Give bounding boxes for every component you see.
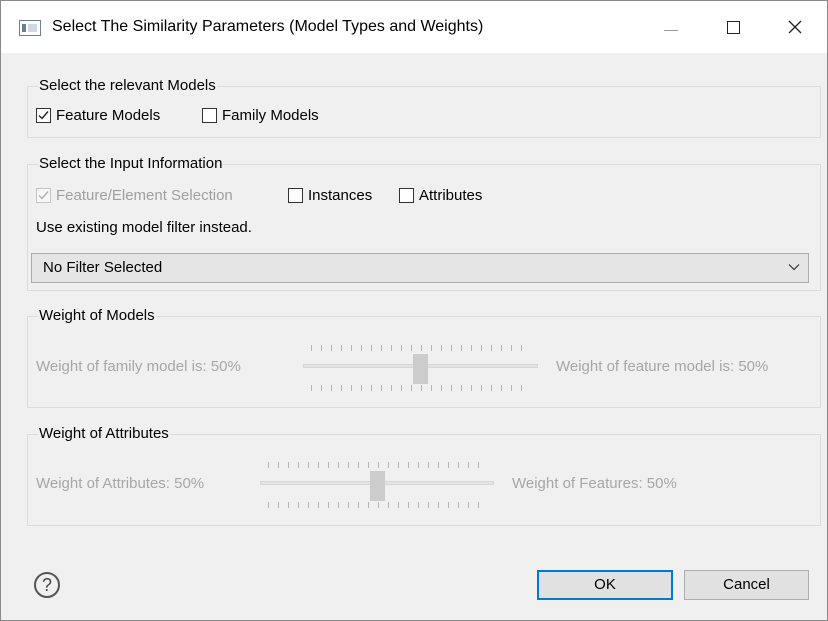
feature-model-weight-label: Weight of feature model is: 50% [556, 358, 769, 375]
weight-models-group-title: Weight of Models [38, 307, 156, 324]
maximize-icon [727, 21, 740, 34]
attributes-weight-slider [260, 457, 494, 517]
models-group-title: Select the relevant Models [38, 77, 217, 94]
slider-ticks-top [268, 462, 486, 468]
input-group-title: Select the Input Information [38, 155, 224, 172]
feature-element-selection-checkbox: Feature/Element Selection [36, 187, 233, 204]
cancel-button[interactable]: Cancel [684, 570, 809, 600]
dialog-window: Select The Similarity Parameters (Model … [0, 0, 828, 621]
checkbox-box[interactable] [288, 188, 303, 203]
minimize-icon [664, 30, 678, 31]
checkmark-icon [38, 111, 49, 120]
checkbox-box[interactable] [36, 108, 51, 123]
checkmark-icon [38, 191, 49, 200]
checkbox-box[interactable] [202, 108, 217, 123]
model-filter-value: No Filter Selected [43, 259, 163, 276]
features-weight-label: Weight of Features: 50% [512, 475, 677, 492]
window-title: Select The Similarity Parameters (Model … [52, 18, 484, 35]
slider-thumb [370, 471, 385, 501]
slider-thumb [413, 354, 428, 384]
feature-element-selection-label: Feature/Element Selection [56, 187, 233, 204]
chevron-down-icon [788, 264, 800, 271]
ok-button[interactable]: OK [537, 570, 673, 600]
models-weight-slider [303, 340, 538, 400]
checkbox-box[interactable] [399, 188, 414, 203]
weight-attributes-group-title: Weight of Attributes [38, 425, 170, 442]
feature-models-label: Feature Models [56, 107, 161, 124]
slider-ticks-top [311, 345, 530, 351]
title-bar: Select The Similarity Parameters (Model … [1, 1, 827, 53]
close-button[interactable] [764, 1, 826, 53]
instances-checkbox[interactable]: Instances [288, 187, 372, 204]
model-filter-select[interactable]: No Filter Selected [31, 253, 809, 283]
family-model-weight-label: Weight of family model is: 50% [36, 358, 241, 375]
feature-models-checkbox[interactable]: Feature Models [36, 107, 160, 124]
attributes-checkbox[interactable]: Attributes [399, 187, 482, 204]
checkbox-box [36, 188, 51, 203]
maximize-button[interactable] [702, 1, 764, 53]
attributes-weight-label: Weight of Attributes: 50% [36, 475, 205, 492]
minimize-button[interactable] [640, 1, 702, 53]
filter-label: Use existing model filter instead. [36, 219, 252, 236]
attributes-label: Attributes [419, 187, 483, 204]
close-icon [788, 20, 802, 34]
family-models-label: Family Models [222, 107, 319, 124]
help-icon[interactable]: ? [34, 572, 60, 598]
slider-ticks-bottom [311, 385, 530, 391]
instances-label: Instances [308, 187, 373, 204]
app-window-icon [19, 20, 41, 36]
slider-ticks-bottom [268, 502, 486, 508]
family-models-checkbox[interactable]: Family Models [202, 107, 319, 124]
